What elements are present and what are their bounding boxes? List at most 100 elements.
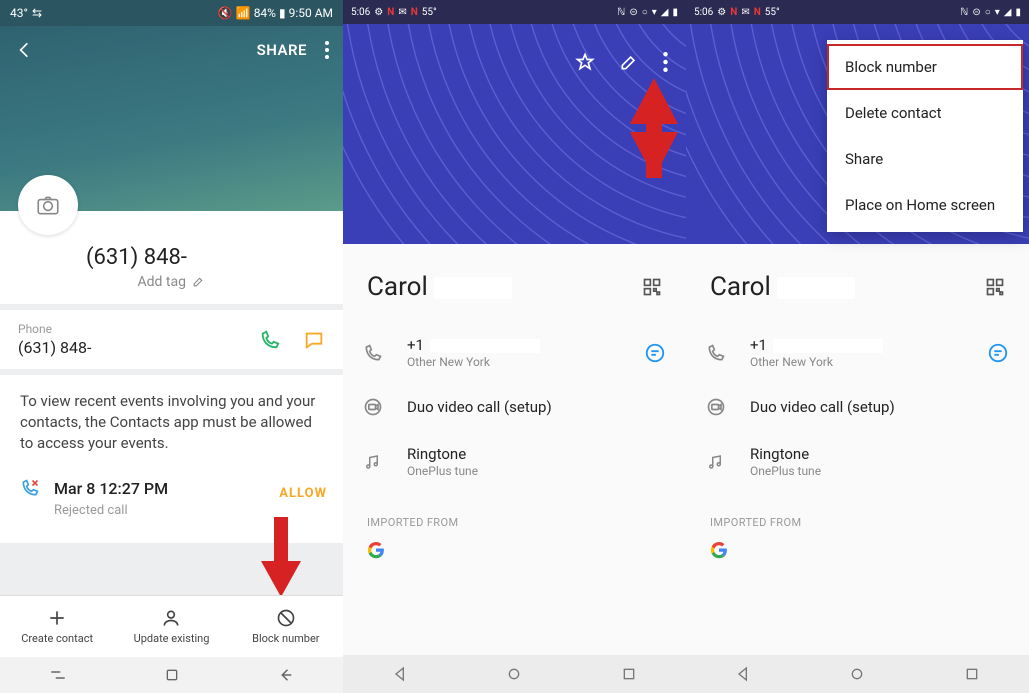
star-icon[interactable] xyxy=(575,52,595,72)
contact-header xyxy=(343,24,686,244)
google-icon xyxy=(710,541,728,559)
more-icon[interactable] xyxy=(325,41,329,59)
message-icon[interactable] xyxy=(303,329,325,351)
battery-icon: ▮ xyxy=(1015,7,1021,18)
menu-block-number[interactable]: Block number xyxy=(827,44,1023,90)
qr-icon[interactable] xyxy=(642,277,662,297)
phone-type: Other New York xyxy=(750,355,965,369)
contact-name: Carol xyxy=(710,272,985,302)
settings-dot-icon: ⚙ xyxy=(374,7,383,18)
duo-label: Duo video call (setup) xyxy=(750,398,1009,416)
mail-icon: ✉ xyxy=(741,7,749,18)
video-icon xyxy=(706,397,728,417)
nfc-icon: ℕ xyxy=(617,7,625,18)
nfc-icon: ℕ xyxy=(960,7,968,18)
ringtone-label: Ringtone xyxy=(750,445,1009,463)
qr-icon[interactable] xyxy=(985,277,1005,297)
signal-icon: 📶 xyxy=(236,6,251,20)
status-bar: 5:06 ⚙ N ✉ N 55° ℕ ⊝ ○ ▾ ◢ ▮ xyxy=(686,0,1029,24)
wifi-small-icon: ⇆ xyxy=(32,6,42,20)
mute-icon: 🔇 xyxy=(218,6,233,20)
circle-icon: ○ xyxy=(985,7,991,18)
ringtone-item[interactable]: Ringtone OnePlus tune xyxy=(686,431,1029,492)
battery-pct: 84% xyxy=(254,6,276,20)
event-sub: Rejected call xyxy=(54,502,168,520)
phone-value: (631) 848- xyxy=(18,338,259,357)
music-note-icon xyxy=(706,453,728,471)
dnd-icon: ⊝ xyxy=(629,7,637,18)
phone-row: Phone (631) 848- xyxy=(0,310,343,369)
wifi-icon: ▾ xyxy=(995,7,1000,18)
signal-icon: ◢ xyxy=(1004,7,1012,18)
phone-number: +1 xyxy=(407,336,622,354)
circle-icon: ○ xyxy=(642,7,648,18)
update-existing-button[interactable]: Update existing xyxy=(114,596,228,657)
block-number-button[interactable]: Block number xyxy=(229,596,343,657)
nav-home-icon[interactable] xyxy=(849,666,865,682)
message-action-icon[interactable] xyxy=(644,342,666,364)
phone-item[interactable]: +1 Other New York xyxy=(343,322,686,383)
dnd-icon: ⊝ xyxy=(972,7,980,18)
nav-back-icon[interactable] xyxy=(277,666,295,684)
more-icon[interactable] xyxy=(663,52,668,72)
menu-delete-contact[interactable]: Delete contact xyxy=(827,90,1023,136)
status-bar: 5:06 ⚙ N ✉ N 55° ℕ ⊝ ○ ▾ ◢ ▮ xyxy=(343,0,686,24)
bottom-actions: Create contact Update existing Block num… xyxy=(0,595,343,657)
nav-bar xyxy=(686,655,1029,693)
create-contact-button[interactable]: Create contact xyxy=(0,596,114,657)
share-button[interactable]: SHARE xyxy=(257,41,307,59)
duo-item[interactable]: Duo video call (setup) xyxy=(686,383,1029,431)
phone-icon xyxy=(363,343,385,363)
avatar-camera[interactable] xyxy=(18,175,78,235)
nav-home-icon[interactable] xyxy=(506,666,522,682)
call-icon[interactable] xyxy=(259,329,281,351)
battery-icon: ▮ xyxy=(279,6,286,20)
phone-type: Other New York xyxy=(407,355,622,369)
temp-indicator: 43° xyxy=(10,6,28,20)
phone-number: +1 xyxy=(750,336,965,354)
edit-icon[interactable] xyxy=(619,52,639,72)
imported-label: IMPORTED FROM xyxy=(343,492,686,537)
nav-recent-icon[interactable] xyxy=(964,666,980,682)
event-time: Mar 8 12:27 PM xyxy=(54,478,168,500)
duo-item[interactable]: Duo video call (setup) xyxy=(343,383,686,431)
rejected-call-icon xyxy=(20,478,40,498)
contact-hero: SHARE xyxy=(0,26,343,211)
nav-back-icon[interactable] xyxy=(392,666,408,682)
add-tag-button[interactable]: Add tag xyxy=(20,274,323,290)
nav-recent-icon[interactable] xyxy=(49,666,67,684)
music-note-icon xyxy=(363,453,385,471)
nav-home-icon[interactable] xyxy=(164,667,180,683)
menu-share[interactable]: Share xyxy=(827,136,1023,182)
wifi-icon: ▾ xyxy=(652,7,657,18)
back-icon[interactable] xyxy=(14,40,34,60)
duo-label: Duo video call (setup) xyxy=(407,398,666,416)
nav-back-icon[interactable] xyxy=(735,666,751,682)
temp-indicator: 55° xyxy=(765,7,780,18)
ringtone-item[interactable]: Ringtone OnePlus tune xyxy=(343,431,686,492)
phone-item[interactable]: +1 Other New York xyxy=(686,322,1029,383)
mail-icon: ✉ xyxy=(398,7,406,18)
contact-name: Carol xyxy=(367,272,642,302)
events-prompt: To view recent events involving you and … xyxy=(20,391,323,454)
nav-recent-icon[interactable] xyxy=(621,666,637,682)
contact-number: (631) 848- xyxy=(20,245,323,270)
google-icon xyxy=(367,541,385,559)
message-action-icon[interactable] xyxy=(987,342,1009,364)
phone-icon xyxy=(706,343,728,363)
netflix-icon: N xyxy=(730,7,737,18)
clock: 9:50 AM xyxy=(289,6,333,20)
settings-dot-icon: ⚙ xyxy=(717,7,726,18)
status-bar: 43° ⇆ 🔇 📶 84% ▮ 9:50 AM xyxy=(0,0,343,26)
ringtone-label: Ringtone xyxy=(407,445,666,463)
allow-button[interactable]: ALLOW xyxy=(279,485,327,503)
nav-bar xyxy=(0,657,343,693)
events-card: To view recent events involving you and … xyxy=(0,375,343,543)
video-icon xyxy=(363,397,385,417)
temp-indicator: 55° xyxy=(422,7,437,18)
netflix-icon-2: N xyxy=(411,7,418,18)
battery-icon: ▮ xyxy=(672,7,678,18)
menu-place-home[interactable]: Place on Home screen xyxy=(827,182,1023,228)
overflow-menu: Block number Delete contact Share Place … xyxy=(827,40,1023,232)
ringtone-value: OnePlus tune xyxy=(407,464,666,478)
